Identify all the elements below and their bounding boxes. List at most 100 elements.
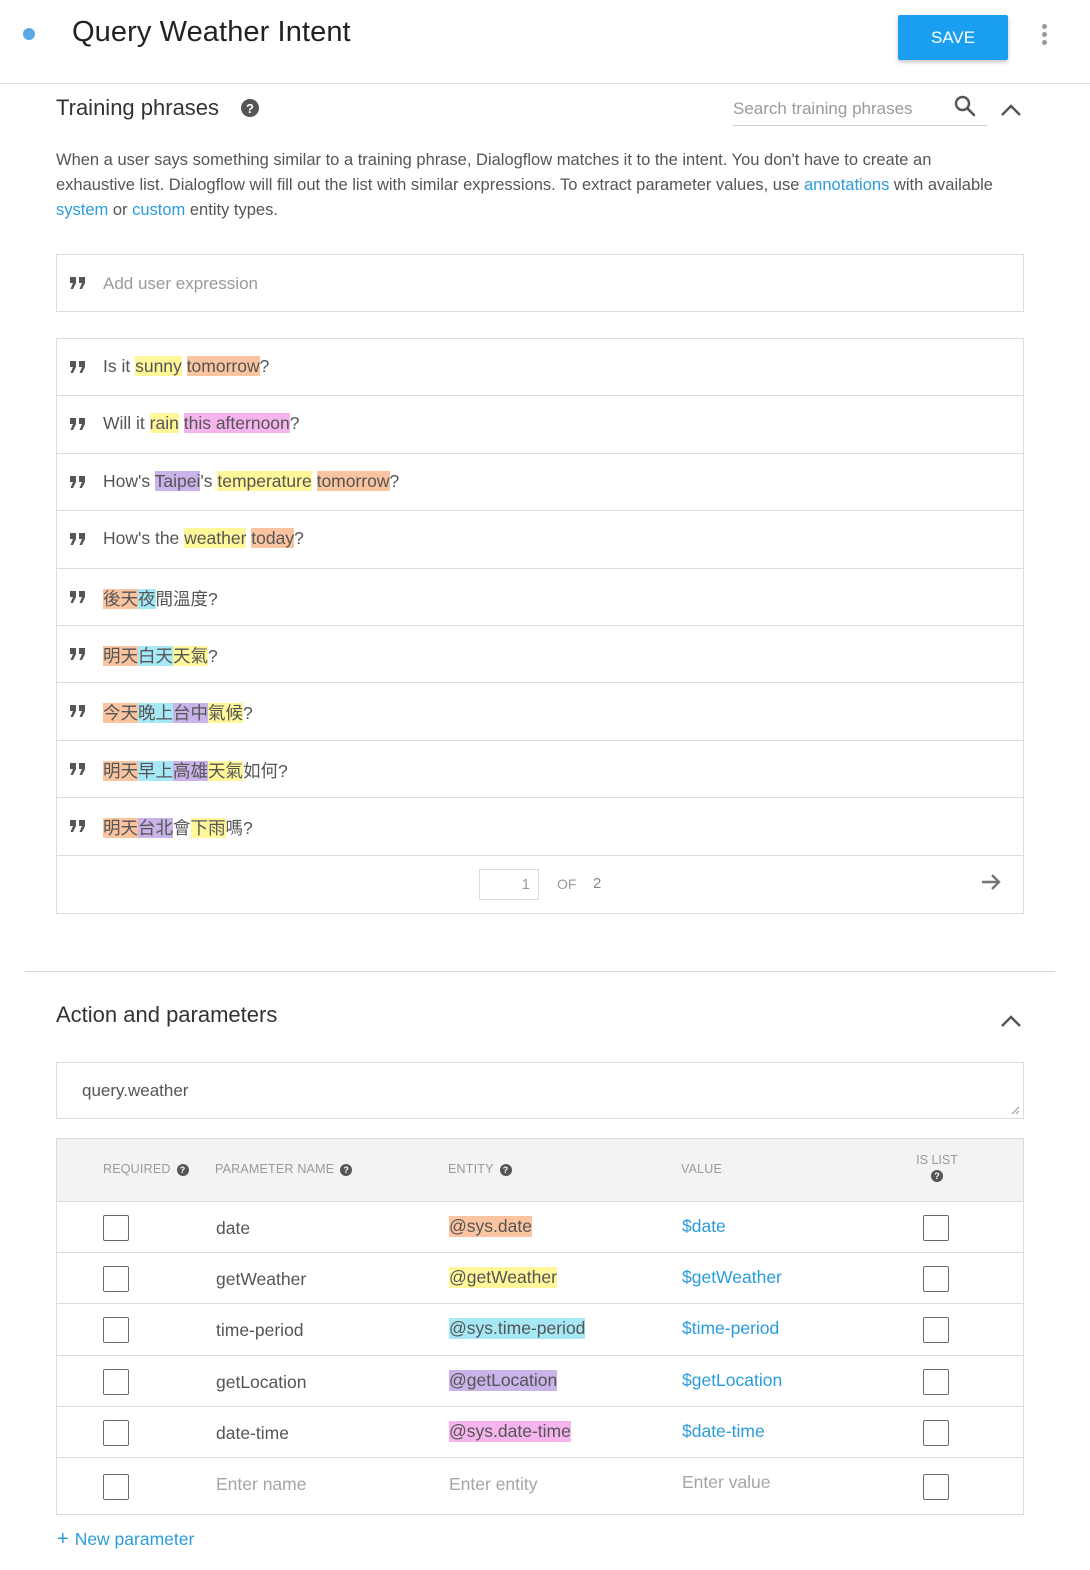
entity-help-icon[interactable]: ? [499,1163,512,1176]
entity-annotation[interactable]: Taipei [154,470,201,491]
parameter-value[interactable]: $getLocation [682,1370,782,1391]
is-list-checkbox[interactable] [923,1266,949,1293]
entity-annotation[interactable]: 明天 [103,645,138,666]
parameter-value[interactable]: $date-time [682,1421,765,1442]
required-checkbox[interactable] [103,1266,129,1293]
entity-annotation[interactable]: this afternoon [183,413,290,434]
parameter-name[interactable]: date [216,1218,250,1239]
annotations-link[interactable]: annotations [804,176,889,194]
parameter-name[interactable]: getWeather [216,1269,306,1290]
entity-annotation[interactable]: tomorrow [186,356,260,376]
parameter-name[interactable]: getLocation [216,1372,307,1393]
training-phrase-text[interactable]: 明天早上高雄天氣如何? [103,758,288,783]
entity-input[interactable] [449,1473,649,1495]
custom-link[interactable]: custom [132,201,185,219]
entity-annotation[interactable]: 今天 [103,703,138,724]
entity-annotation[interactable]: weather [184,528,247,549]
quote-icon [70,705,85,718]
new-parameter-button[interactable]: + New parameter [57,1528,194,1551]
training-phrase-text[interactable]: How's the weather today? [103,528,304,549]
training-phrase-row[interactable]: How's the weather today? [57,511,1023,569]
entity-annotation[interactable]: 明天 [103,760,138,781]
required-help-icon[interactable]: ? [176,1163,189,1176]
entity-annotation[interactable]: 氣候 [208,703,243,724]
is-list-checkbox[interactable] [923,1419,949,1446]
resize-grip-icon[interactable] [1010,1105,1020,1115]
is-list-checkbox[interactable] [923,1215,949,1241]
entity-annotation[interactable]: 台中 [173,703,208,724]
required-checkbox[interactable] [103,1368,129,1395]
parameter-entity[interactable]: @getLocation [449,1369,558,1391]
entity-annotation[interactable]: 夜 [138,588,156,609]
entity-annotation[interactable]: 天氣 [208,760,243,781]
parameter-entity[interactable]: @sys.date-time [449,1420,571,1442]
training-phrase-row[interactable]: 明天白天天氣? [57,626,1023,684]
save-button[interactable]: SAVE [898,15,1008,60]
add-user-expression-input[interactable] [103,269,983,299]
training-help-icon[interactable]: ? [241,99,259,117]
next-page-arrow-icon[interactable] [979,872,1003,892]
is-list-checkbox[interactable] [923,1368,949,1395]
header-required: REQUIRED? [103,1162,189,1176]
training-phrase-text[interactable]: 後天夜間溫度? [103,586,218,611]
required-checkbox[interactable] [103,1419,129,1446]
more-options-icon[interactable] [1038,24,1050,48]
search-input[interactable] [733,96,943,122]
is-list-checkbox[interactable] [923,1317,949,1344]
system-link[interactable]: system [56,201,108,219]
is-list-checkbox[interactable] [923,1473,949,1500]
training-phrase-row[interactable]: Will it rain this afternoon? [57,396,1023,454]
training-phrase-row[interactable]: 今天晚上台中氣候? [57,683,1023,741]
training-phrase-text[interactable]: 明天台北會下雨嗎? [103,815,253,840]
training-phrase-row[interactable]: How's Taipei's temperature tomorrow? [57,454,1023,512]
training-phrase-text[interactable]: Will it rain this afternoon? [103,413,300,434]
entity-annotation[interactable]: 明天 [103,818,138,839]
parameter-name[interactable]: time-period [216,1320,304,1341]
entity-annotation[interactable]: rain [149,413,179,434]
entity-annotation[interactable]: 後天 [103,588,138,609]
entity-annotation[interactable]: sunny [135,356,182,376]
parameter-row: time-period @sys.time-period $time-period [57,1304,1023,1356]
entity-annotation[interactable]: today [251,528,295,549]
entity-annotation[interactable]: 高雄 [173,760,208,781]
entity-annotation[interactable]: temperature [217,470,312,491]
training-phrase-row[interactable]: 明天台北會下雨嗎? [57,798,1023,856]
parameter-value[interactable]: $date [682,1216,726,1237]
entity-annotation[interactable]: tomorrow [316,470,390,491]
training-phrase-text[interactable]: 今天晚上台中氣候? [103,700,253,725]
entity-annotation[interactable]: 台北 [138,818,173,839]
page-number-input[interactable] [479,868,539,900]
quote-icon [70,533,85,546]
search-icon[interactable] [953,94,977,118]
required-checkbox[interactable] [103,1215,129,1241]
required-checkbox[interactable] [103,1317,129,1344]
value-input[interactable] [682,1471,882,1493]
parameter-name[interactable]: date-time [216,1423,289,1444]
parameter-entity[interactable]: @getWeather [449,1267,557,1289]
entity-annotation[interactable]: 天氣 [173,645,208,666]
entity-annotation[interactable]: 早上 [138,760,173,781]
required-checkbox[interactable] [103,1473,129,1500]
quote-icon [70,277,85,289]
training-phrase-text[interactable]: How's Taipei's temperature tomorrow? [103,470,399,492]
parameter-name-input[interactable] [216,1473,416,1495]
training-phrase-row[interactable]: Is it sunny tomorrow? [57,339,1023,397]
training-phrase-text[interactable]: 明天白天天氣? [103,643,218,668]
parameter-name-help-icon[interactable]: ? [340,1163,353,1176]
entity-annotation[interactable]: 下雨 [190,818,226,839]
training-phrase-row[interactable]: 後天夜間溫度? [57,569,1023,626]
collapse-training-chevron-up-icon[interactable] [999,102,1023,118]
is-list-help-icon[interactable]: ? [931,1169,943,1182]
action-name-field[interactable]: query.weather [56,1062,1024,1119]
parameter-entity[interactable]: @sys.date [449,1216,532,1237]
collapse-action-chevron-up-icon[interactable] [999,1013,1023,1029]
parameter-value[interactable]: $time-period [682,1318,779,1339]
parameters-table: REQUIRED? PARAMETER NAME? ENTITY? VALUE … [56,1138,1024,1515]
page-title: Query Weather Intent [72,16,351,48]
entity-annotation[interactable]: 晚上 [138,703,173,724]
training-phrase-row[interactable]: 明天早上高雄天氣如何? [57,741,1023,799]
entity-annotation[interactable]: 白天 [138,645,173,666]
parameter-entity[interactable]: @sys.time-period [449,1318,586,1340]
training-phrase-text[interactable]: Is it sunny tomorrow? [103,356,269,377]
parameter-value[interactable]: $getWeather [682,1267,782,1288]
